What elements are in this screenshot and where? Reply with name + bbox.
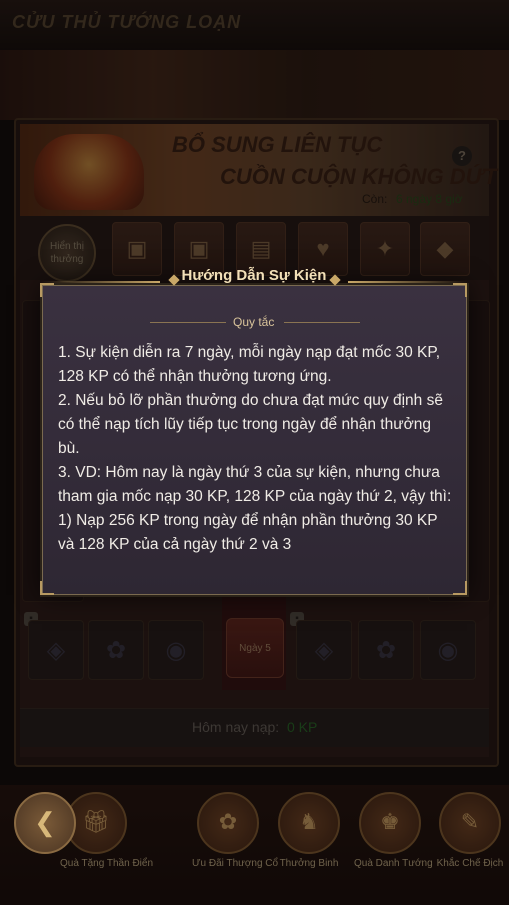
section-divider (150, 322, 226, 323)
show-rewards-button[interactable]: Hiển thị thưởng (38, 224, 96, 282)
game-title: CỬU THỦ TƯỚNG LOẠN (12, 12, 242, 32)
rule-3-example: 1) Nạp 256 KP trong ngày để nhận phần th… (58, 512, 438, 553)
rules-section-title: Quy tắc (233, 315, 275, 329)
nav-item-qua-danh-tuong[interactable]: ♚ Quà Danh Tướng (354, 792, 433, 876)
help-icon[interactable]: ? (452, 146, 472, 166)
rule-2: 2. Nếu bỏ lỡ phần thưởng do chưa đạt mức… (58, 392, 443, 457)
nav-item-khac-che-dich[interactable]: ✎ Khắc Chế Địch (434, 792, 506, 876)
banner-title-line1: BỔ SUNG LIÊN TỤC (172, 132, 383, 157)
bag-icon: ✿ (197, 792, 259, 854)
pouch-icon: ♚ (359, 792, 421, 854)
background-scene (0, 50, 509, 120)
nav-label: Quà Danh Tướng (354, 858, 433, 869)
gold-ingot-icon[interactable]: ◆ (420, 222, 470, 276)
today-recharge-label: Hôm nay nạp: (192, 719, 280, 735)
nav-item-uu-dai-thuong-co[interactable]: ✿ Ưu Đãi Thượng Cổ (192, 792, 279, 876)
day-badge: Ngày 5 (226, 618, 284, 678)
countdown-label: Còn: (362, 192, 388, 206)
modal-title-plate: Hướng Dẫn Sự Kiện (118, 262, 390, 290)
corner-ornament (40, 283, 54, 297)
corner-ornament (40, 581, 54, 595)
nav-label: Quà Tặng Thần Điển (60, 858, 154, 869)
corner-ornament (453, 283, 467, 297)
rule-3: 3. VD: Hôm nay là ngày thứ 3 của sự kiện… (58, 464, 452, 505)
banner-title-line2: CUỒN CUỘN KHÔNG DỨT (220, 164, 497, 189)
reward-item[interactable]: ◉ (148, 620, 204, 680)
soldier-icon: ♞ (278, 792, 340, 854)
modal-title: Hướng Dẫn Sự Kiện (181, 267, 327, 284)
rule-1: 1. Sự kiện diễn ra 7 ngày, mỗi ngày nạp … (58, 344, 441, 385)
reward-item[interactable]: ✿ (358, 620, 414, 680)
nav-label: Ưu Đãi Thượng Cổ (192, 858, 279, 869)
reward-item[interactable]: ◈ (28, 620, 84, 680)
corner-ornament (453, 581, 467, 595)
nav-item-thuong-binh[interactable]: ♞ Thưởng Binh (273, 792, 345, 876)
nav-label: Thưởng Binh (279, 858, 339, 869)
section-divider (284, 322, 360, 323)
scroll-icon: ✎ (439, 792, 501, 854)
rules-body: 1. Sự kiện diễn ra 7 ngày, mỗi ngày nạp … (58, 341, 456, 557)
nav-label: Khắc Chế Địch (436, 858, 504, 869)
helmet-illustration (34, 134, 144, 210)
reward-item[interactable]: ◉ (420, 620, 476, 680)
reward-item[interactable]: ✿ (88, 620, 144, 680)
back-arrow-icon[interactable]: ❮ (14, 792, 76, 854)
reward-item[interactable]: ◈ (296, 620, 352, 680)
countdown-value: 6 ngày 8 giờ (396, 192, 463, 206)
today-recharge-value: 0 KP (287, 719, 318, 735)
